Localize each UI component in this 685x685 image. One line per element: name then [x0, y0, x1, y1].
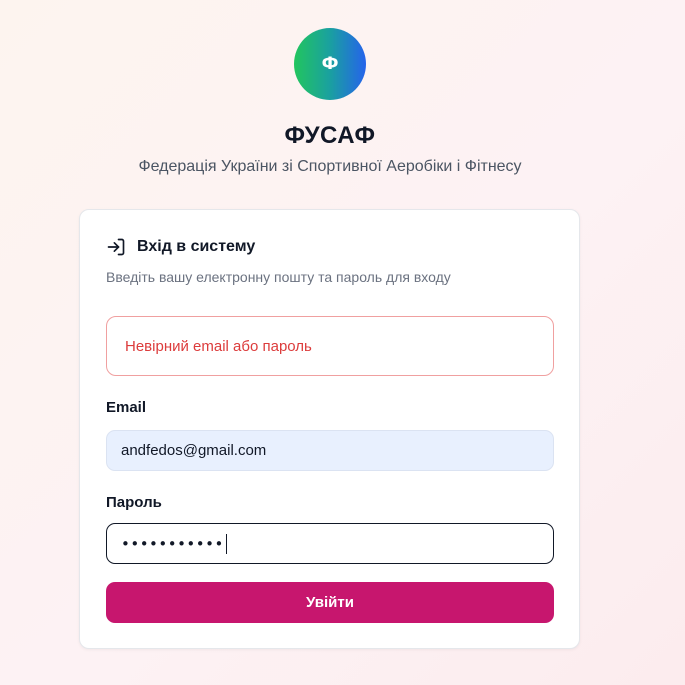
log-in-icon [106, 237, 126, 257]
login-button[interactable]: Увійти [106, 582, 554, 623]
email-field[interactable] [106, 430, 554, 471]
text-cursor [225, 533, 228, 554]
email-label: Email [106, 399, 147, 416]
card-header: Вхід в систему [106, 237, 255, 257]
error-message: Невірний email або пароль [125, 337, 312, 355]
brand-subtitle: Федерація України зі Спортивної Аеробіки… [138, 158, 522, 175]
brand-title: ФУСАФ [284, 122, 376, 149]
logo-letter: Ф [321, 54, 339, 74]
card-description: Введіть вашу електронну пошту та пароль … [106, 269, 451, 285]
password-field[interactable]: ••••••••••• [106, 523, 554, 564]
password-masked-value: ••••••••••• [121, 534, 224, 553]
error-alert: Невірний email або пароль [106, 316, 554, 376]
password-label: Пароль [106, 494, 162, 511]
card-title: Вхід в систему [137, 238, 256, 255]
brand-logo: Ф [294, 28, 366, 100]
login-card: Вхід в систему Введіть вашу електронну п… [79, 209, 580, 649]
